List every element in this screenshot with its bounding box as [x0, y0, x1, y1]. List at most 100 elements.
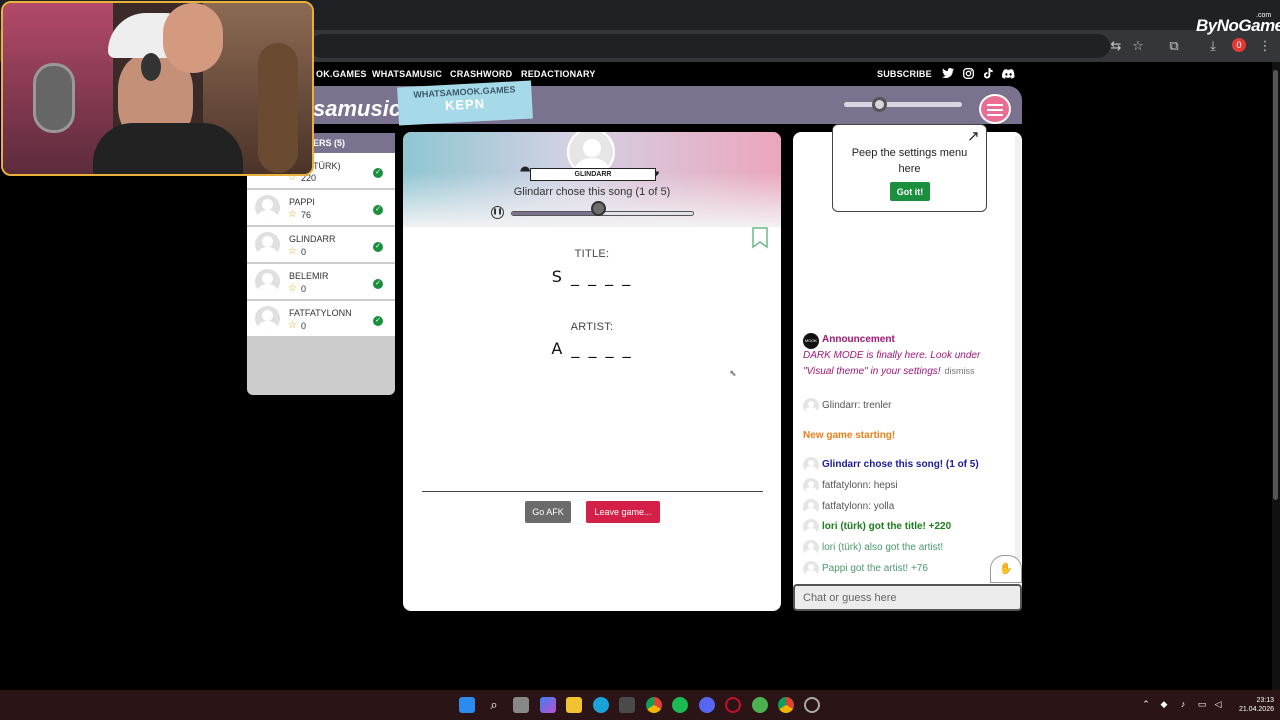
copilot-icon[interactable]: [540, 697, 556, 713]
title-label: TITLE:: [574, 248, 610, 260]
browser-menu-icon[interactable]: ⋮: [1256, 38, 1274, 54]
windows-start-icon[interactable]: [459, 697, 475, 713]
discord-icon[interactable]: [1002, 69, 1015, 79]
webcam-overlay: [1, 1, 314, 176]
speaker-icon[interactable]: ◁: [1212, 699, 1224, 710]
check-icon: ✓: [373, 168, 383, 178]
mouse-cursor-icon: ⬉: [729, 368, 737, 378]
check-icon: ✓: [373, 205, 383, 215]
hand-icon[interactable]: ✋: [990, 555, 1022, 583]
bookmark-icon[interactable]: [752, 227, 768, 249]
player-row[interactable]: PAPPI ☆ 76 ✓: [247, 190, 395, 226]
avatar: [803, 561, 819, 577]
microphone-icon[interactable]: ♪: [1177, 699, 1189, 709]
dismiss-link[interactable]: dismiss: [945, 366, 975, 376]
check-icon: ✓: [373, 279, 383, 289]
app-icon[interactable]: [752, 697, 768, 713]
file-explorer-icon[interactable]: [566, 697, 582, 713]
clock-date: 21.04.2026: [1238, 706, 1274, 713]
settings-tip-popover: ↗ Peep the settings menu here Got it!: [832, 124, 987, 212]
translate-icon[interactable]: ⇆: [1107, 38, 1125, 54]
avatar: [255, 232, 280, 257]
dj-name-ribbon: GLINDARR: [530, 168, 656, 181]
timer-icon: [591, 201, 606, 216]
chat-scrollbar[interactable]: [1015, 136, 1021, 580]
instagram-icon[interactable]: [963, 68, 974, 79]
page-scroll-thumb[interactable]: [1273, 70, 1278, 500]
microphone: [33, 63, 75, 133]
nav-link-redactionary[interactable]: REDACTIONARY: [521, 69, 596, 79]
extensions-icon[interactable]: ⧉: [1165, 38, 1183, 54]
taskbar: [0, 690, 1280, 720]
nav-link-games[interactable]: OK.GAMES: [316, 69, 367, 79]
announcement-body: DARK MODE is finally here. Look under "V…: [803, 348, 1003, 379]
store-icon[interactable]: [619, 697, 635, 713]
avatar: [255, 269, 280, 294]
go-afk-button[interactable]: Go AFK: [525, 501, 571, 523]
hamburger-icon: [987, 104, 1003, 106]
discord-app-icon[interactable]: [699, 697, 715, 713]
avatar: [803, 398, 819, 414]
got-it-button[interactable]: Got it!: [890, 182, 930, 201]
spotify-icon[interactable]: [672, 697, 688, 713]
twitter-icon[interactable]: [942, 68, 954, 79]
chat-message-text: Glindarr: trenler: [822, 400, 892, 411]
site-logo[interactable]: samusic: [313, 96, 401, 122]
song-chooser-text: Glindarr chose this song (1 of 5): [513, 186, 671, 198]
tray-chevron-icon[interactable]: ⌃: [1140, 699, 1152, 710]
leave-game-button[interactable]: Leave game...: [586, 501, 660, 523]
tray-app-icon[interactable]: ◆: [1158, 699, 1170, 710]
star-icon: ☆: [288, 209, 297, 220]
bookmark-star-icon[interactable]: ☆: [1129, 38, 1147, 54]
extension-badge[interactable]: 0: [1232, 38, 1246, 52]
download-icon[interactable]: ⤓: [1204, 38, 1222, 54]
network-icon[interactable]: ▭: [1196, 699, 1208, 710]
player-row[interactable]: BELEMIR ☆ 0 ✓: [247, 264, 395, 300]
chrome-icon[interactable]: [646, 697, 662, 713]
announcement-icon: MOOK: [803, 333, 819, 349]
announcement-title: Announcement: [822, 334, 895, 345]
divider: [422, 491, 763, 492]
chat-message-text: Pappi got the artist! +76: [822, 563, 928, 574]
clock[interactable]: 23:13 21.04.2026: [1234, 696, 1274, 714]
player-score: 0: [301, 321, 307, 331]
edge-icon[interactable]: [593, 697, 609, 713]
search-icon[interactable]: ⌕: [486, 697, 502, 713]
player-name: BELEMIR: [289, 271, 329, 281]
star-icon: ☆: [288, 246, 297, 257]
title-hint: S _ _ _ _: [551, 267, 633, 286]
opera-icon[interactable]: [725, 697, 741, 713]
artist-hint: A _ _ _ _: [551, 339, 633, 358]
clock-time: 23:13: [1256, 697, 1274, 704]
chat-input[interactable]: [793, 584, 1022, 611]
player-row[interactable]: GLINDARR ☆ 0 ✓: [247, 227, 395, 263]
headphones: [141, 53, 161, 81]
chrome-active-icon[interactable]: [778, 697, 794, 713]
player-score: 0: [301, 247, 307, 257]
game-panel: ⯊ ⯋ GLINDARR Glindarr chose this song (1…: [403, 132, 781, 611]
arrow-up-right-icon: ↗: [967, 128, 980, 145]
chat-message-text: fatfatylonn: hepsi: [822, 480, 898, 491]
tiktok-icon[interactable]: [983, 68, 993, 79]
address-field[interactable]: [310, 34, 1110, 58]
volume-slider[interactable]: [844, 102, 962, 107]
obs-icon[interactable]: [804, 697, 820, 713]
player-row[interactable]: FATFATYLONN ☆ 0 ✓: [247, 301, 395, 337]
avatar: [803, 519, 819, 535]
watermark: ByNoGame: [1196, 16, 1280, 35]
task-view-icon[interactable]: [513, 697, 529, 713]
nav-link-crashword[interactable]: CRASHWORD: [450, 69, 512, 79]
player-name: GLINDARR: [289, 234, 336, 244]
pause-icon[interactable]: ❚❚: [491, 206, 504, 219]
raised-hand: [163, 3, 223, 73]
new-game-notice: New game starting!: [803, 430, 896, 441]
chat-message-text: fatfatylonn: yolla: [822, 501, 895, 512]
nav-link-subscribe[interactable]: SUBSCRIBE: [877, 69, 932, 79]
song-progress-fill: [512, 212, 598, 215]
tip-text: Peep the settings menu here: [851, 147, 968, 175]
player-name: TÜRK): [313, 161, 341, 171]
room-code-tag[interactable]: WHATSAMOOK.GAMES KEPN: [397, 80, 533, 126]
settings-menu-button[interactable]: [979, 94, 1011, 124]
nav-link-whatsamusic[interactable]: WHATSAMUSIC: [372, 69, 442, 79]
star-icon: ☆: [288, 283, 297, 294]
